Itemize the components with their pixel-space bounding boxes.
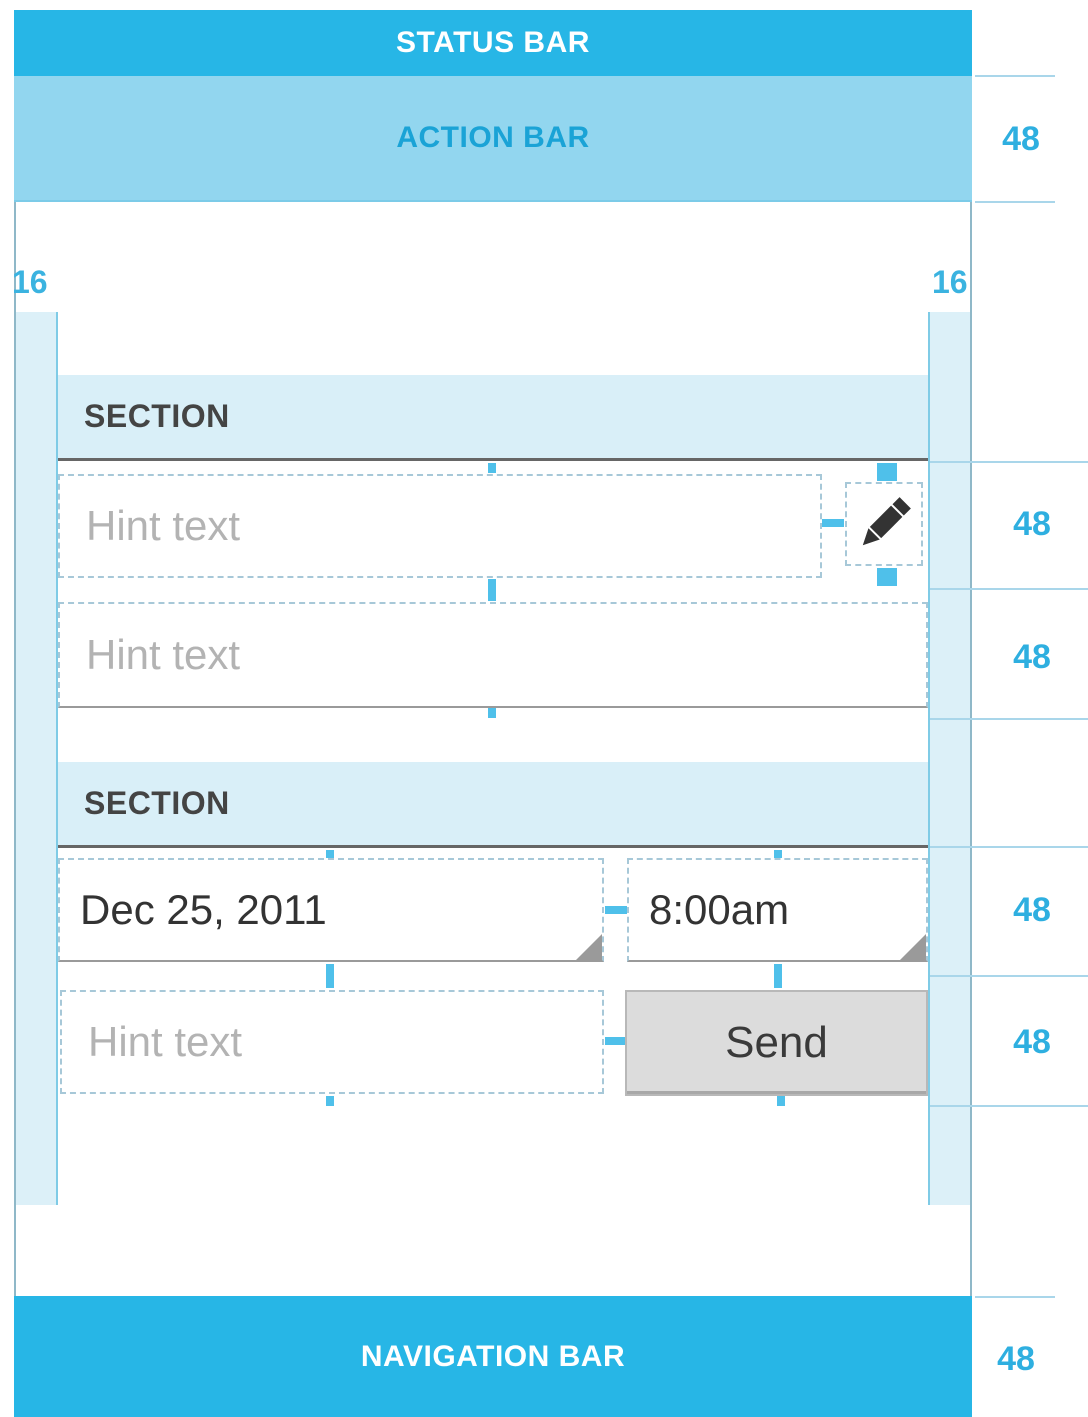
pencil-icon: [862, 497, 911, 546]
spacing-guide: [605, 906, 627, 914]
status-bar-label: STATUS BAR: [396, 26, 590, 59]
hint-text: Hint text: [86, 502, 241, 549]
dim-line: [930, 461, 1088, 463]
spacing-guide: [326, 964, 334, 988]
content-frame: [14, 202, 972, 1296]
send-button[interactable]: Send: [625, 990, 928, 1096]
message-input[interactable]: Hint text: [60, 990, 604, 1094]
status-bar: STATUS BAR: [14, 10, 972, 76]
date-value: Dec 25, 2011: [80, 886, 327, 933]
dim-line: [975, 75, 1055, 77]
spinner-corner-indicator: [900, 934, 926, 960]
nav-bar-height-label: 48: [997, 1340, 1035, 1378]
spacing-guide: [877, 568, 897, 586]
dim-line: [930, 588, 1088, 590]
spinner-corner-indicator: [576, 934, 602, 960]
left-margin-guide: [16, 312, 58, 1205]
spacing-guide: [774, 850, 782, 858]
spacing-guide: [488, 579, 496, 601]
spacing-guide: [605, 1037, 627, 1045]
edit-button[interactable]: [845, 482, 923, 566]
section-title: SECTION: [84, 785, 230, 821]
date-spinner[interactable]: Dec 25, 2011: [58, 858, 604, 962]
send-button-label: Send: [725, 1018, 828, 1067]
hint-text: Hint text: [88, 1018, 243, 1065]
row3-height-label: 48: [1013, 891, 1051, 929]
spacing-guide: [822, 519, 844, 527]
spacing-guide: [488, 708, 496, 718]
section-title: SECTION: [84, 398, 230, 434]
spacing-guide: [877, 463, 897, 481]
left-margin-label: 16: [12, 264, 48, 300]
action-bar: ACTION BAR: [14, 76, 972, 202]
spacing-guide: [326, 850, 334, 858]
time-value: 8:00am: [649, 886, 790, 933]
dim-line: [930, 975, 1088, 977]
spacing-guide: [774, 964, 782, 988]
row2-height-label: 48: [1013, 638, 1051, 676]
hint-text-field-2[interactable]: Hint text: [58, 602, 928, 708]
spacing-guide: [488, 463, 496, 473]
section-header: SECTION: [58, 762, 928, 848]
right-margin-label: 16: [932, 264, 968, 300]
dim-line: [930, 1105, 1088, 1107]
dim-line: [975, 201, 1055, 203]
row4-height-label: 48: [1013, 1023, 1051, 1061]
hint-text: Hint text: [86, 631, 241, 678]
action-bar-label: ACTION BAR: [396, 121, 590, 154]
navigation-bar: NAVIGATION BAR: [14, 1296, 972, 1417]
time-spinner[interactable]: 8:00am: [627, 858, 928, 962]
row1-height-label: 48: [1013, 505, 1051, 543]
navigation-bar-label: NAVIGATION BAR: [360, 1339, 626, 1373]
action-bar-height-label: 48: [1002, 120, 1040, 158]
section-header: SECTION: [58, 375, 928, 461]
spacing-guide: [777, 1096, 785, 1106]
dim-line: [930, 846, 1088, 848]
dim-line: [975, 1296, 1055, 1298]
hint-text-field-1[interactable]: Hint text: [58, 474, 822, 578]
right-margin-guide: [928, 312, 970, 1205]
spacing-guide: [326, 1096, 334, 1106]
dim-line: [930, 718, 1088, 720]
